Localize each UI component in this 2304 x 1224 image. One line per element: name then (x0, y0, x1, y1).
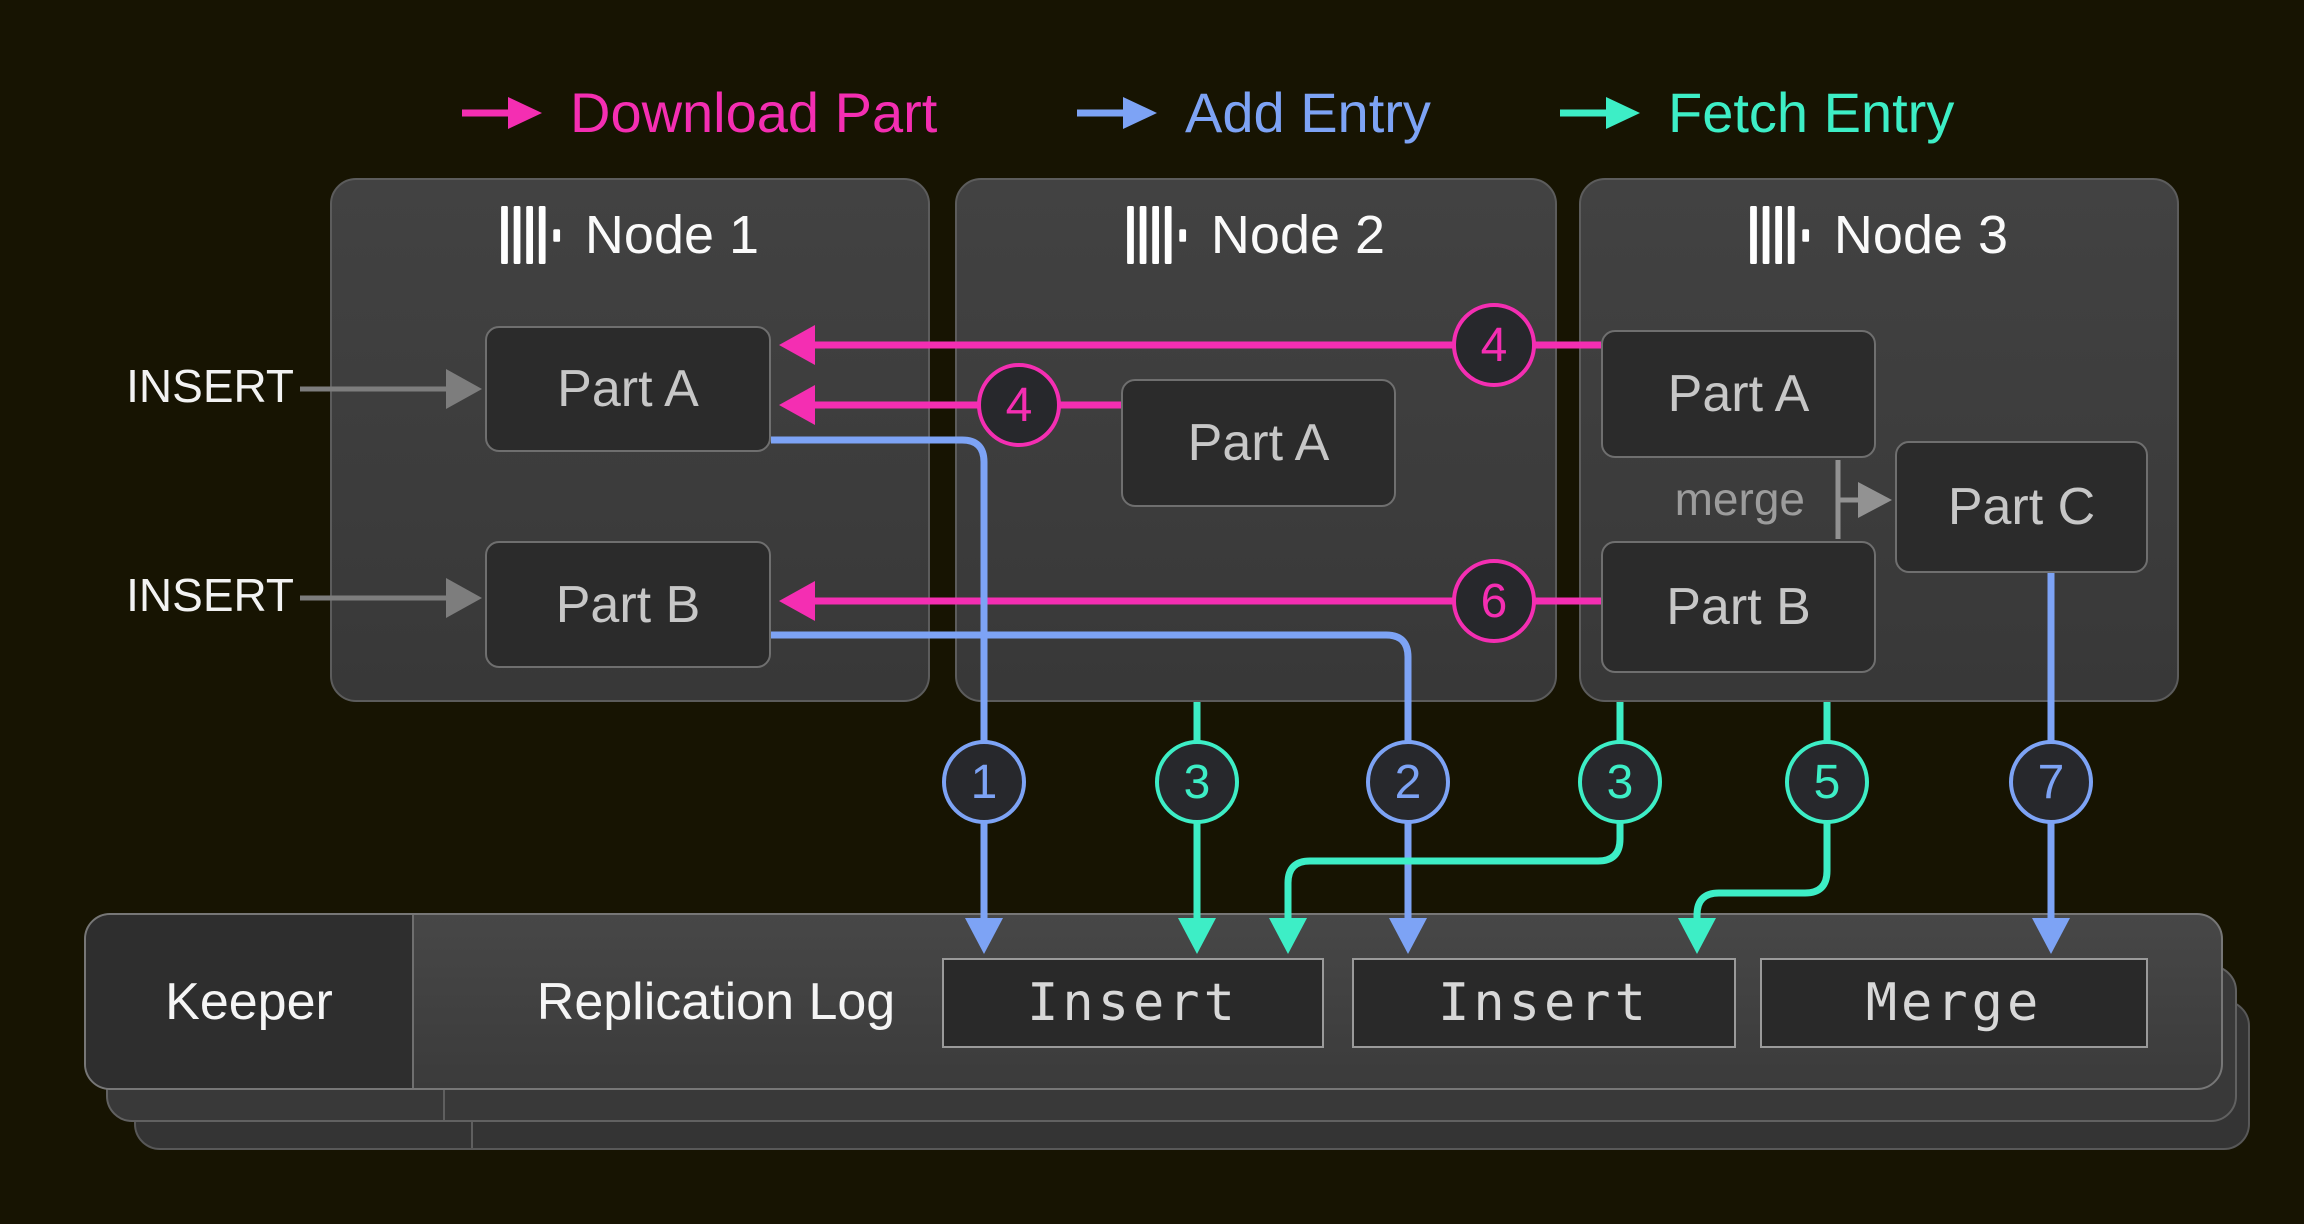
badge-step-3b: 3 (1578, 740, 1662, 824)
badge-download-6: 6 (1452, 559, 1536, 643)
add-entry-line-2 (771, 635, 1427, 954)
connector-lines (0, 0, 2304, 1224)
badge-step-5: 5 (1785, 740, 1869, 824)
badge-download-4b: 4 (977, 363, 1061, 447)
badge-step-2: 2 (1366, 740, 1450, 824)
badge-step-3a: 3 (1155, 740, 1239, 824)
merge-arrow (1838, 460, 1892, 539)
fetch-entry-line-5 (1678, 702, 1827, 954)
insert-arrow-1 (300, 369, 482, 409)
badge-step-7: 7 (2009, 740, 2093, 824)
insert-arrow-2 (300, 578, 482, 618)
badge-step-1: 1 (942, 740, 1026, 824)
replication-diagram: Download Part Add Entry Fetch Entry INSE… (0, 0, 2304, 1224)
add-entry-line-1 (771, 440, 1003, 954)
fetch-entry-line-3b (1269, 702, 1620, 954)
badge-download-4a: 4 (1452, 303, 1536, 387)
download-line-node2a-to-node1a (779, 385, 1121, 425)
